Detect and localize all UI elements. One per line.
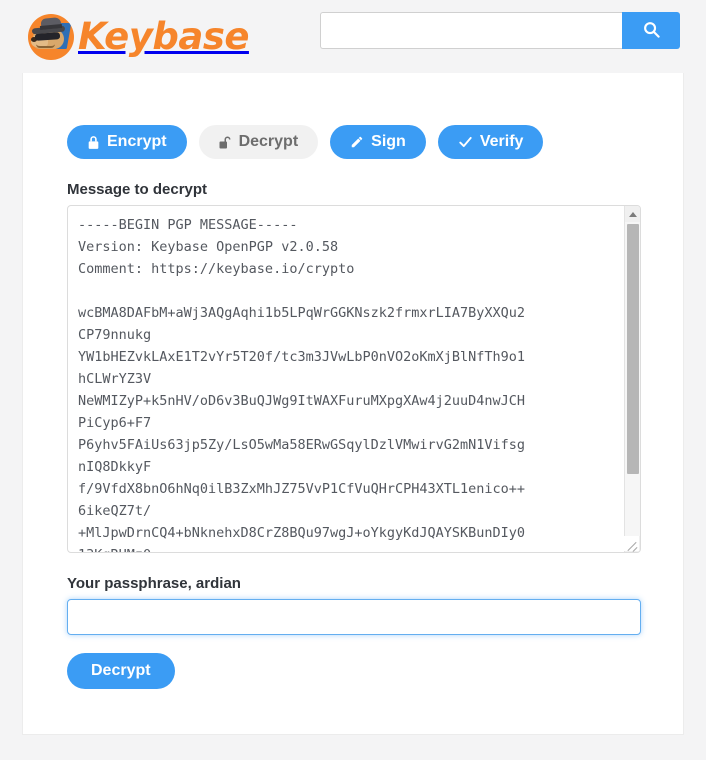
decrypt-mode-button[interactable]: Decrypt	[198, 125, 319, 159]
passphrase-input[interactable]	[67, 599, 641, 635]
sign-mode-label: Sign	[371, 133, 406, 150]
brand-logo-link[interactable]: Keybase	[28, 13, 249, 60]
keybase-mascot-icon	[28, 13, 74, 60]
submit-row: Decrypt	[67, 653, 639, 689]
scroll-up-arrow-icon[interactable]	[625, 206, 640, 222]
brand-name: Keybase	[78, 15, 249, 58]
mode-button-group: Encrypt Decrypt Sign Verify	[67, 125, 639, 159]
passphrase-label: Your passphrase, ardian	[67, 575, 241, 592]
sign-mode-button[interactable]: Sign	[330, 125, 426, 159]
scrollbar-thumb[interactable]	[627, 224, 639, 474]
verify-mode-label: Verify	[479, 133, 524, 150]
encrypt-mode-label: Encrypt	[107, 133, 167, 150]
search-input[interactable]	[320, 12, 622, 49]
textarea-resize-grip[interactable]	[624, 536, 639, 551]
search-button[interactable]	[622, 12, 680, 49]
message-textarea-container: -----BEGIN PGP MESSAGE----- Version: Key…	[67, 205, 641, 553]
lock-closed-icon	[87, 135, 100, 150]
message-textarea[interactable]: -----BEGIN PGP MESSAGE----- Version: Key…	[68, 206, 622, 552]
search-bar	[320, 12, 680, 49]
message-label: Message to decrypt	[67, 181, 208, 198]
decrypt-mode-label: Decrypt	[238, 133, 299, 150]
pencil-icon	[350, 135, 364, 149]
search-icon	[643, 21, 660, 41]
verify-mode-button[interactable]: Verify	[437, 125, 544, 159]
page-header: Keybase	[0, 0, 706, 73]
encrypt-mode-button[interactable]: Encrypt	[67, 125, 187, 159]
lock-open-icon	[219, 135, 232, 150]
check-icon	[458, 135, 473, 149]
decrypt-submit-button[interactable]: Decrypt	[67, 653, 175, 689]
crypto-card: Encrypt Decrypt Sign Verify Message to d…	[22, 73, 684, 735]
message-scrollbar[interactable]	[624, 206, 640, 552]
